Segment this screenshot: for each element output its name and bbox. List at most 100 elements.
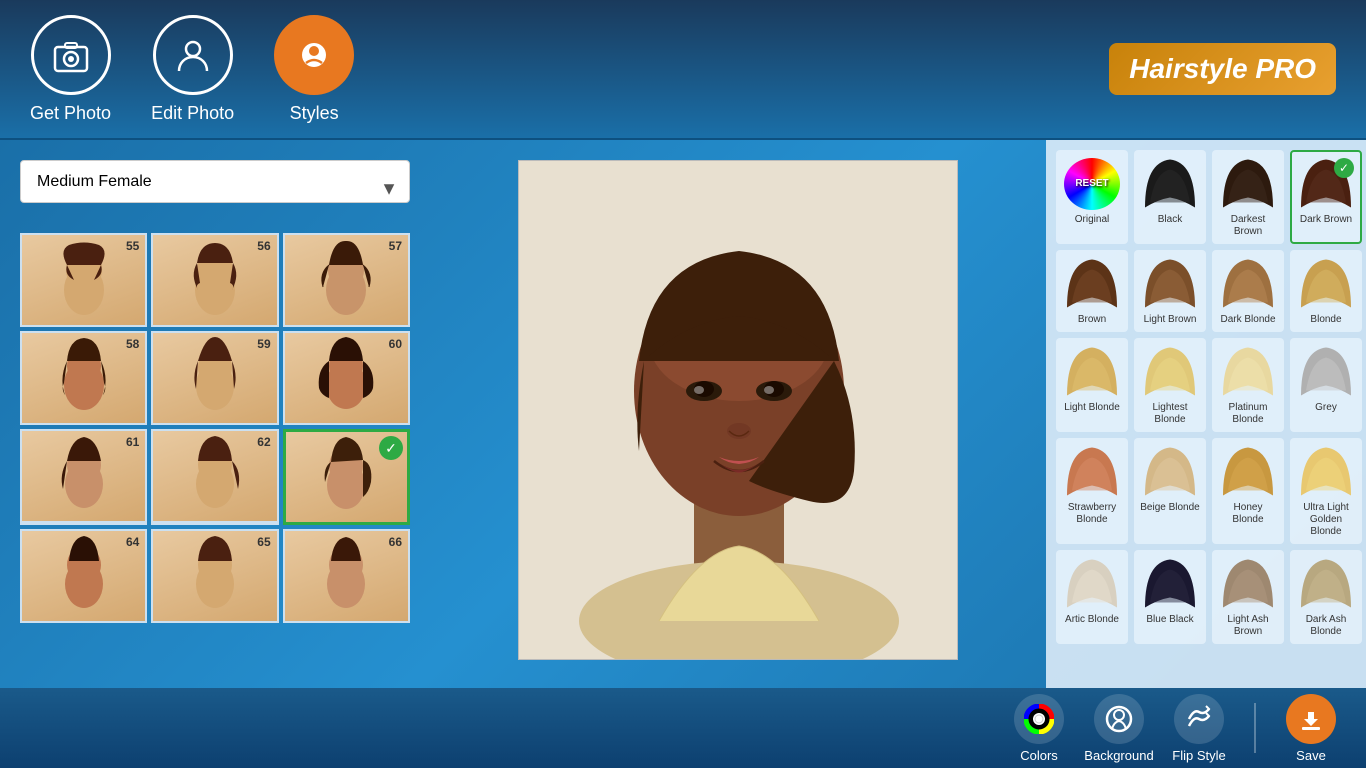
colors-label: Colors	[1020, 748, 1058, 763]
color-dark-brown[interactable]: ✓ Dark Brown	[1290, 150, 1362, 244]
color-platinum-blonde[interactable]: Platinum Blonde	[1212, 338, 1284, 432]
color-panel: RESET Original Black	[1046, 140, 1366, 688]
color-platinum-blonde-label: Platinum Blonde	[1218, 402, 1278, 426]
header: Get Photo Edit Photo Styles Hairstyle PR…	[0, 0, 1366, 140]
beige-blonde-swatch	[1140, 444, 1200, 499]
strawberry-blonde-swatch	[1062, 444, 1122, 499]
colors-icon	[1014, 694, 1064, 744]
light-blonde-swatch	[1062, 344, 1122, 399]
nav-get-photo[interactable]: Get Photo	[30, 15, 111, 124]
color-original-label: Original	[1075, 214, 1109, 226]
edit-photo-label: Edit Photo	[151, 103, 234, 124]
background-label: Background	[1084, 748, 1153, 763]
color-light-blonde-label: Light Blonde	[1064, 402, 1120, 414]
color-lightest-blonde[interactable]: Lightest Blonde	[1134, 338, 1206, 432]
color-honey-blonde[interactable]: Honey Blonde	[1212, 438, 1284, 544]
style-category-dropdown[interactable]: Medium Female Short Female Long Female S…	[20, 160, 410, 203]
style-item-55[interactable]: 55	[20, 233, 147, 327]
brown-swatch	[1062, 256, 1122, 311]
bottom-toolbar: Colors Background Flip Style	[0, 688, 1366, 768]
nav-styles[interactable]: Styles	[274, 15, 354, 124]
dark-ash-blonde-swatch	[1296, 556, 1356, 611]
darkest-brown-swatch	[1218, 156, 1278, 211]
dark-brown-check: ✓	[1334, 158, 1354, 178]
color-light-brown[interactable]: Light Brown	[1134, 250, 1206, 332]
color-blonde[interactable]: Blonde	[1290, 250, 1362, 332]
preview-panel	[430, 140, 1046, 688]
color-strawberry-blonde-label: Strawberry Blonde	[1062, 502, 1122, 526]
dark-brown-swatch: ✓	[1296, 156, 1356, 211]
black-swatch	[1140, 156, 1200, 211]
style-item-58[interactable]: 58	[20, 331, 147, 425]
color-grey-label: Grey	[1315, 402, 1337, 414]
background-icon	[1094, 694, 1144, 744]
color-ultra-light-golden-blonde-label: Ultra Light Golden Blonde	[1296, 502, 1356, 538]
color-darkest-brown-label: Darkest Brown	[1218, 214, 1278, 238]
nav-edit-photo[interactable]: Edit Photo	[151, 15, 234, 124]
color-light-ash-brown[interactable]: Light Ash Brown	[1212, 550, 1284, 644]
artic-blonde-swatch	[1062, 556, 1122, 611]
color-dark-blonde-label: Dark Blonde	[1220, 314, 1275, 326]
style-item-60[interactable]: 60	[283, 331, 410, 425]
colors-toolbar-item[interactable]: Colors	[1004, 694, 1074, 763]
color-dark-ash-blonde[interactable]: Dark Ash Blonde	[1290, 550, 1362, 644]
color-black-label: Black	[1158, 214, 1182, 226]
toolbar-divider	[1254, 703, 1256, 753]
style-item-63[interactable]: ✓	[283, 429, 410, 525]
styles-label: Styles	[290, 103, 339, 124]
logo-area: Hairstyle PRO	[1109, 43, 1336, 95]
color-darkest-brown[interactable]: Darkest Brown	[1212, 150, 1284, 244]
color-brown-label: Brown	[1078, 314, 1106, 326]
color-black[interactable]: Black	[1134, 150, 1206, 244]
style-item-56[interactable]: 56	[151, 233, 278, 327]
style-item-65[interactable]: 65	[151, 529, 278, 623]
save-toolbar-item[interactable]: Save	[1276, 694, 1346, 763]
save-label: Save	[1296, 748, 1326, 763]
platinum-blonde-swatch	[1218, 344, 1278, 399]
flip-style-icon	[1174, 694, 1224, 744]
style-item-64[interactable]: 64	[20, 529, 147, 623]
color-grey[interactable]: Grey	[1290, 338, 1362, 432]
color-artic-blonde[interactable]: Artic Blonde	[1056, 550, 1128, 644]
color-reset[interactable]: RESET Original	[1056, 150, 1128, 244]
color-blue-black-label: Blue Black	[1146, 614, 1193, 626]
lightest-blonde-swatch	[1140, 344, 1200, 399]
color-artic-blonde-label: Artic Blonde	[1065, 614, 1119, 626]
grey-swatch	[1296, 344, 1356, 399]
save-icon	[1286, 694, 1336, 744]
style-item-59[interactable]: 59	[151, 331, 278, 425]
color-light-ash-brown-label: Light Ash Brown	[1218, 614, 1278, 638]
camera-icon	[31, 15, 111, 95]
style-selector-panel: Medium Female Short Female Long Female S…	[0, 140, 430, 688]
style-item-66[interactable]: 66	[283, 529, 410, 623]
background-toolbar-item[interactable]: Background	[1084, 694, 1154, 763]
get-photo-label: Get Photo	[30, 103, 111, 124]
color-blonde-label: Blonde	[1310, 314, 1341, 326]
honey-blonde-swatch	[1218, 444, 1278, 499]
light-ash-brown-swatch	[1218, 556, 1278, 611]
color-dark-ash-blonde-label: Dark Ash Blonde	[1296, 614, 1356, 638]
blonde-swatch	[1296, 256, 1356, 311]
color-dark-brown-label: Dark Brown	[1300, 214, 1352, 226]
blue-black-swatch	[1140, 556, 1200, 611]
color-blue-black[interactable]: Blue Black	[1134, 550, 1206, 644]
preview-image	[518, 160, 958, 660]
style-category-dropdown-wrapper: Medium Female Short Female Long Female S…	[20, 160, 410, 218]
style-item-57[interactable]: 57	[283, 233, 410, 327]
flip-style-label: Flip Style	[1172, 748, 1225, 763]
style-item-61[interactable]: 61	[20, 429, 147, 525]
color-light-blonde[interactable]: Light Blonde	[1056, 338, 1128, 432]
person-icon	[153, 15, 233, 95]
style-item-62[interactable]: 62	[151, 429, 278, 525]
color-beige-blonde-label: Beige Blonde	[1140, 502, 1200, 514]
color-strawberry-blonde[interactable]: Strawberry Blonde	[1056, 438, 1128, 544]
flip-style-toolbar-item[interactable]: Flip Style	[1164, 694, 1234, 763]
color-lightest-blonde-label: Lightest Blonde	[1140, 402, 1200, 426]
color-dark-blonde[interactable]: Dark Blonde	[1212, 250, 1284, 332]
color-beige-blonde[interactable]: Beige Blonde	[1134, 438, 1206, 544]
reset-swatch: RESET	[1062, 156, 1122, 211]
color-brown[interactable]: Brown	[1056, 250, 1128, 332]
dark-blonde-swatch	[1218, 256, 1278, 311]
color-grid: RESET Original Black	[1056, 150, 1356, 644]
color-ultra-light-golden-blonde[interactable]: Ultra Light Golden Blonde	[1290, 438, 1362, 544]
